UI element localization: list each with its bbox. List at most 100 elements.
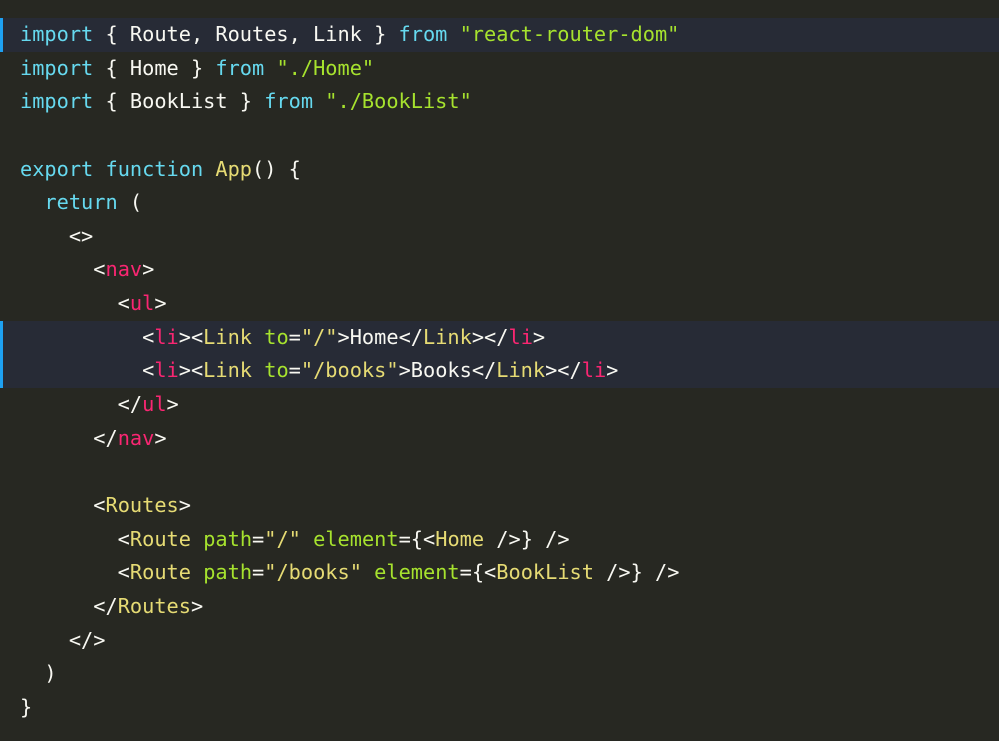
text-token: <> xyxy=(20,223,94,248)
tag-token: li xyxy=(154,324,179,349)
text-token: />} /> xyxy=(484,526,570,551)
code-line[interactable] xyxy=(0,455,999,489)
text-token: > xyxy=(142,257,155,282)
attribute-value-token: "/" xyxy=(300,324,338,349)
text-token: = xyxy=(288,324,301,349)
string-token: "./Home" xyxy=(276,55,375,80)
code-line[interactable]: import { BookList } from "./BookList" xyxy=(0,85,999,119)
code-line[interactable]: import { Home } from "./Home" xyxy=(0,52,999,86)
component-token: Route xyxy=(129,560,191,585)
keyword-token: export xyxy=(20,156,94,181)
code-line[interactable]: </Routes> xyxy=(0,590,999,624)
text-token: >Home</ xyxy=(337,324,423,349)
keyword-token: import xyxy=(20,55,94,80)
code-line[interactable]: <Routes> xyxy=(0,489,999,523)
text-token: > xyxy=(606,358,619,383)
code-line[interactable]: </nav> xyxy=(0,422,999,456)
text-token: >< xyxy=(178,324,204,349)
attribute-token: element xyxy=(374,560,460,585)
text-token: </ xyxy=(20,593,118,618)
text-token: { Route, Routes, Link } xyxy=(93,22,399,46)
tag-token: li xyxy=(508,324,533,349)
code-line[interactable]: return ( xyxy=(0,186,999,220)
text-token: < xyxy=(20,560,130,585)
text-token: > xyxy=(154,425,167,450)
tag-token: nav xyxy=(105,257,143,282)
text-token: = xyxy=(252,560,265,585)
text-token: < xyxy=(20,324,155,349)
code-editor[interactable]: import { Route, Routes, Link } from "rea… xyxy=(0,18,999,724)
text-token: } xyxy=(20,694,33,719)
code-line[interactable]: <ul> xyxy=(0,287,999,321)
component-token: Link xyxy=(496,358,546,383)
component-token: Home xyxy=(435,526,485,551)
component-token: Link xyxy=(423,324,472,349)
keyword-token: from xyxy=(215,55,265,80)
text-token: >< xyxy=(178,358,204,383)
text-token: < xyxy=(20,257,106,282)
text-token: < xyxy=(20,526,130,551)
text-token: ={< xyxy=(398,526,436,551)
text-token: < xyxy=(20,492,106,517)
tag-token: ul xyxy=(142,392,167,417)
code-line[interactable]: <nav> xyxy=(0,253,999,287)
text-token: </ xyxy=(20,425,118,450)
string-token: "react-router-dom" xyxy=(459,22,680,46)
code-line[interactable]: <> xyxy=(0,220,999,254)
code-line[interactable]: ) xyxy=(0,657,999,691)
attribute-token: to xyxy=(264,324,289,349)
attribute-value-token: "/books" xyxy=(300,358,399,383)
text-token: ={< xyxy=(459,560,497,585)
text-token: < xyxy=(20,291,130,316)
tag-token: li xyxy=(154,358,179,383)
attribute-token: to xyxy=(264,358,289,383)
keyword-token: function xyxy=(105,156,204,181)
text-token: ( xyxy=(117,190,143,215)
text-token: ) xyxy=(20,661,57,686)
component-token: Link xyxy=(203,324,253,349)
code-line[interactable]: export function App() { xyxy=(0,153,999,187)
keyword-token: return xyxy=(44,190,118,215)
code-line[interactable] xyxy=(0,119,999,153)
keyword-token: from xyxy=(264,89,314,114)
tag-token: li xyxy=(581,358,607,383)
code-line[interactable]: } xyxy=(0,691,999,725)
code-line[interactable]: <li><Link to="/">Home</Link></li> xyxy=(0,320,999,355)
text-token: ></ xyxy=(471,324,509,349)
text-token: </> xyxy=(20,627,106,652)
component-token: Routes xyxy=(117,593,191,618)
code-line[interactable]: import { Route, Routes, Link } from "rea… xyxy=(0,18,999,52)
code-line[interactable]: <Route path="/" element={<Home />} /> xyxy=(0,523,999,557)
text-token: ></ xyxy=(545,358,582,383)
string-token: "./BookList" xyxy=(325,89,472,114)
code-line[interactable]: <li><Link to="/books">Books</Link></li> xyxy=(0,354,999,389)
tag-token: nav xyxy=(117,425,155,450)
attribute-token: element xyxy=(313,526,399,551)
component-token: Routes xyxy=(105,492,179,517)
text-token: </ xyxy=(20,392,143,417)
text-token: > xyxy=(532,324,546,349)
code-line[interactable]: <Route path="/books" element={<BookList … xyxy=(0,556,999,590)
keyword-token: import xyxy=(20,89,94,114)
text-token: />} /> xyxy=(593,560,680,585)
code-line[interactable]: </> xyxy=(0,624,999,658)
text-token: () { xyxy=(252,156,301,181)
text-token: < xyxy=(20,358,155,383)
keyword-token: import xyxy=(20,22,94,46)
code-line[interactable]: </ul> xyxy=(0,388,999,422)
attribute-token: path xyxy=(203,560,253,585)
attribute-value-token: "/" xyxy=(264,526,301,551)
component-token: Link xyxy=(203,358,253,383)
